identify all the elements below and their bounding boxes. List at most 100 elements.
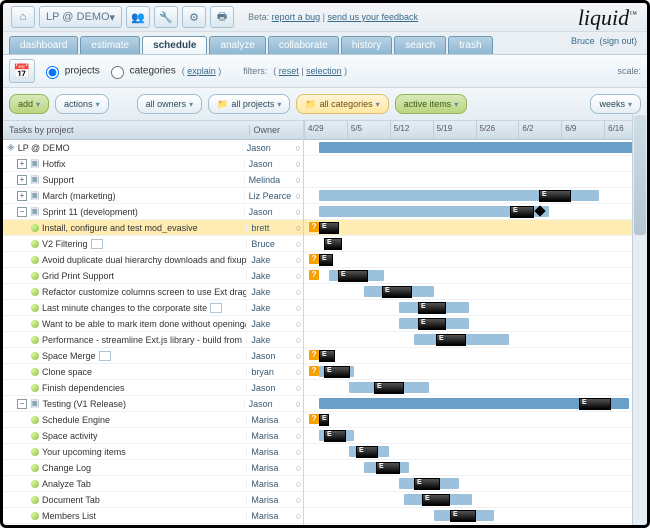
expand-icon[interactable]: +	[17, 191, 27, 201]
flag-icon[interactable]: ?	[309, 350, 319, 360]
task-row[interactable]: +▣HotfixJason○	[3, 156, 303, 172]
flag-icon[interactable]: ?	[309, 222, 319, 232]
row-toggle[interactable]: ○	[296, 415, 303, 425]
row-toggle[interactable]: ○	[296, 319, 303, 329]
gantt-row[interactable]	[304, 172, 647, 188]
tab-trash[interactable]: trash	[448, 36, 492, 54]
task-row[interactable]: Members ListMarisa○	[3, 508, 303, 524]
gantt-row[interactable]: ?E	[304, 268, 647, 284]
gantt-row[interactable]: ?E	[304, 412, 647, 428]
tab-history[interactable]: history	[341, 36, 392, 54]
task-row[interactable]: Change LogMarisa○	[3, 460, 303, 476]
gantt-row[interactable]: E	[304, 236, 647, 252]
note-icon[interactable]	[99, 351, 111, 361]
tab-estimate[interactable]: estimate	[80, 36, 140, 54]
task-row[interactable]: Grid Print SupportJake○	[3, 268, 303, 284]
gantt-bar[interactable]	[319, 142, 647, 153]
task-row[interactable]: Install, configure and test mod_evasiveb…	[3, 220, 303, 236]
tab-search[interactable]: search	[394, 36, 446, 54]
home-icon[interactable]: ⌂	[11, 6, 35, 28]
row-toggle[interactable]: ○	[296, 191, 304, 201]
gantt-row[interactable]: E	[304, 492, 647, 508]
workspace-selector[interactable]: LP @ DEMO ▾	[39, 6, 122, 28]
radio-projects[interactable]: projects	[41, 63, 100, 79]
gantt-row[interactable]: E	[304, 188, 647, 204]
collapse-icon[interactable]: −	[17, 207, 27, 217]
task-row[interactable]: Search TabMarisa○	[3, 524, 303, 528]
explain-link[interactable]: explain	[187, 66, 216, 76]
estimate-bar[interactable]: E	[356, 446, 378, 458]
row-toggle[interactable]: ○	[296, 271, 303, 281]
gantt-row[interactable]	[304, 140, 647, 156]
task-row[interactable]: +▣SupportMelinda○	[3, 172, 303, 188]
estimate-bar[interactable]: E	[382, 286, 412, 298]
task-row[interactable]: Clone spacebryan○	[3, 364, 303, 380]
row-toggle[interactable]: ○	[296, 255, 303, 265]
flag-icon[interactable]: ?	[309, 254, 319, 264]
row-toggle[interactable]: ○	[296, 239, 303, 249]
estimate-bar[interactable]: E	[376, 462, 400, 474]
estimate-bar[interactable]: E	[338, 270, 368, 282]
printer-icon[interactable]: 🖶	[210, 6, 234, 28]
task-row[interactable]: Last minute changes to the corporate sit…	[3, 300, 303, 316]
row-toggle[interactable]: ○	[296, 207, 304, 217]
row-toggle[interactable]: ○	[296, 463, 303, 473]
task-row[interactable]: Analyze TabMarisa○	[3, 476, 303, 492]
tab-schedule[interactable]: schedule	[142, 36, 207, 54]
task-row[interactable]: −▣Testing (V1 Release)Jason○	[3, 396, 303, 412]
gantt-row[interactable]: E	[304, 396, 647, 412]
wrench-icon[interactable]: 🔧	[154, 6, 178, 28]
estimate-bar[interactable]: E	[319, 254, 333, 266]
row-toggle[interactable]: ○	[296, 399, 304, 409]
gantt-row[interactable]: E	[304, 332, 647, 348]
scrollbar-thumb[interactable]	[634, 115, 646, 235]
expand-icon[interactable]: +	[17, 175, 27, 185]
col-owner[interactable]: Owner	[249, 125, 303, 135]
gantt-row[interactable]: ?E	[304, 220, 647, 236]
task-row[interactable]: V2 FilteringBruce○	[3, 236, 303, 252]
user-name[interactable]: Bruce	[571, 36, 595, 46]
note-icon[interactable]	[91, 239, 103, 249]
report-bug-link[interactable]: report a bug	[272, 12, 321, 22]
estimate-bar[interactable]: E	[510, 206, 534, 218]
gantt-row[interactable]: ?E	[304, 364, 647, 380]
note-icon[interactable]	[210, 303, 222, 313]
estimate-bar[interactable]: E	[324, 366, 350, 378]
row-toggle[interactable]: ○	[296, 495, 303, 505]
flag-icon[interactable]: ?	[309, 270, 319, 280]
row-toggle[interactable]: ○	[296, 303, 303, 313]
signout-link[interactable]: (sign out)	[599, 36, 637, 46]
filter-reset[interactable]: reset	[279, 66, 299, 76]
task-row[interactable]: Space MergeJason○	[3, 348, 303, 364]
gantt-row[interactable]: E	[304, 428, 647, 444]
row-toggle[interactable]: ○	[296, 447, 303, 457]
task-row[interactable]: Performance - streamline Ext.js library …	[3, 332, 303, 348]
collapse-icon[interactable]: −	[17, 399, 27, 409]
estimate-bar[interactable]: E	[324, 430, 346, 442]
gantt-row[interactable]: E	[304, 300, 647, 316]
estimate-bar[interactable]: E	[324, 238, 342, 250]
gantt-row[interactable]: E	[304, 380, 647, 396]
scale-weeks[interactable]: weeks▾	[590, 94, 641, 114]
task-row[interactable]: Finish dependenciesJason○	[3, 380, 303, 396]
estimate-bar[interactable]: E	[319, 414, 329, 426]
estimate-bar[interactable]: E	[579, 398, 611, 410]
gantt-row[interactable]: E	[304, 204, 647, 220]
row-toggle[interactable]: ○	[296, 223, 303, 233]
actions-button[interactable]: actions▾	[55, 94, 109, 114]
task-row[interactable]: +▣March (marketing)Liz Pearce○	[3, 188, 303, 204]
row-toggle[interactable]: ○	[296, 335, 303, 345]
task-row[interactable]: ◈LP @ DEMOJason○	[3, 140, 303, 156]
estimate-bar[interactable]: E	[319, 350, 335, 362]
estimate-bar[interactable]: E	[418, 302, 446, 314]
row-toggle[interactable]: ○	[296, 479, 303, 489]
tab-dashboard[interactable]: dashboard	[9, 36, 78, 54]
gantt-row[interactable]: E	[304, 524, 647, 528]
gantt-row[interactable]: E	[304, 476, 647, 492]
categories-filter[interactable]: 📁 all categories▾	[296, 94, 388, 114]
owners-filter[interactable]: all owners▾	[137, 94, 203, 114]
calendar-icon[interactable]: 📅	[9, 59, 35, 83]
task-row[interactable]: Document TabMarisa○	[3, 492, 303, 508]
estimate-bar[interactable]: E	[374, 382, 404, 394]
flag-icon[interactable]: ?	[309, 414, 319, 424]
